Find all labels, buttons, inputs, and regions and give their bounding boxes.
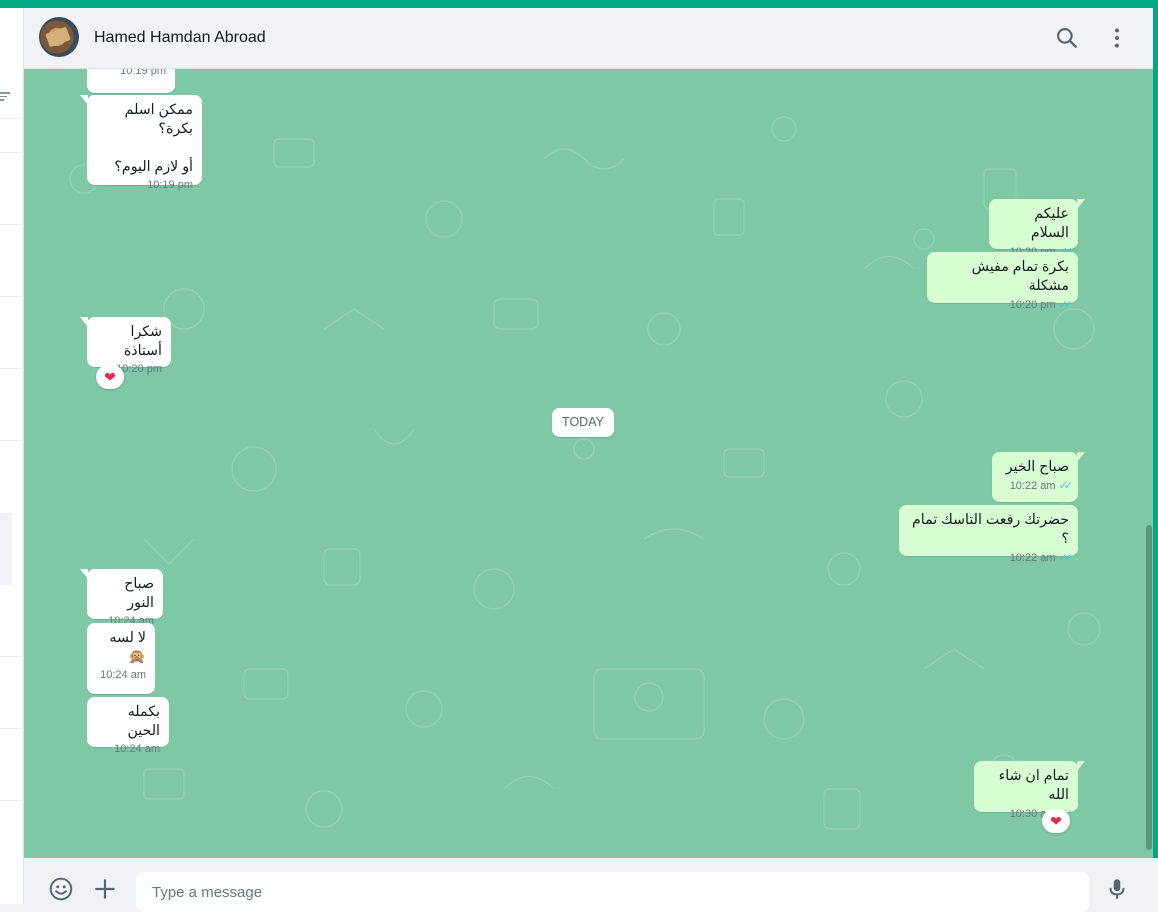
message-time: 10:22 am ✓✓ — [1009, 552, 1074, 564]
message-time: 10:24 am — [114, 743, 160, 755]
message-time: 10:20 pm✓✓ — [1009, 299, 1074, 311]
message-outgoing[interactable]: عليكم السلام 10:20 pm✓✓ — [989, 199, 1085, 258]
message-time: 10:19 pm — [120, 69, 166, 77]
message-input[interactable] — [136, 872, 1089, 912]
contact-name[interactable]: Hamed Hamdan Abroad — [94, 29, 266, 47]
app-top-strip — [0, 0, 1158, 8]
message-incoming[interactable]: صباح النور 10:24 am — [80, 569, 163, 627]
contact-avatar[interactable] — [39, 17, 79, 57]
composer-bar — [24, 858, 1158, 912]
read-receipt-icon: ✓✓ — [1058, 480, 1074, 492]
emoji-icon[interactable] — [48, 876, 74, 902]
divider — [0, 152, 24, 153]
message-outgoing[interactable]: تمام ان شاء الله 10:30 am✓✓ — [974, 761, 1085, 820]
reaction-heart-icon[interactable]: ❤ — [1042, 809, 1070, 833]
message-outgoing[interactable]: بكرة تمام مفيش مشكلة 10:20 pm ✓✓ — [927, 252, 1078, 311]
message-incoming[interactable]: لا لسه 🙊 10:24 am — [87, 623, 155, 694]
microphone-icon[interactable] — [1104, 876, 1130, 902]
message-text: ممكن اسلم بكرة؟ أو لازم اليوم؟ — [114, 102, 193, 175]
selected-chat-highlight[interactable] — [0, 513, 12, 585]
reaction-heart-icon[interactable]: ❤ — [96, 365, 124, 389]
message-outgoing[interactable]: صباح الخير 10:22 am ✓✓ — [992, 452, 1085, 502]
divider — [0, 728, 24, 729]
message-incoming[interactable]: بكمله الحين 10:24 am — [87, 697, 169, 755]
message-incoming[interactable]: ممكن اسلم بكرة؟ أو لازم اليوم؟ 10:19 pm — [80, 95, 202, 191]
message-text: عليكم السلام — [1030, 206, 1069, 241]
search-icon[interactable] — [1054, 25, 1080, 51]
day-separator: TODAY — [552, 408, 614, 437]
divider — [0, 224, 24, 225]
message-text: صباح النور — [124, 576, 154, 611]
message-text: بكرة تمام مفيش مشكلة — [971, 259, 1069, 294]
divider — [0, 296, 24, 297]
chat-header: Hamed Hamdan Abroad — [24, 8, 1158, 69]
message-time: 10:19 pm — [147, 179, 193, 191]
message-incoming[interactable]: 10:19 pm — [87, 69, 175, 93]
message-time: 10:24 am — [100, 669, 146, 681]
divider — [0, 656, 24, 657]
read-receipt-icon: ✓✓ — [1058, 299, 1074, 311]
read-receipt-icon: ✓✓ — [1058, 552, 1074, 564]
message-text: تمام ان شاء الله — [998, 768, 1069, 803]
plus-icon[interactable] — [92, 876, 118, 902]
divider — [0, 800, 24, 801]
message-incoming[interactable]: شكرا أستاذة 10:20 pm — [80, 317, 171, 375]
divider — [0, 118, 24, 119]
message-text: صباح الخير — [1005, 459, 1069, 475]
message-text: شكرا أستاذة — [123, 324, 162, 359]
chat-scrollbar-thumb[interactable] — [1146, 525, 1152, 850]
chat-list-panel-edge — [0, 8, 24, 904]
message-text: لا لسه 🙊 — [109, 630, 146, 665]
kebab-menu-icon[interactable] — [1104, 25, 1130, 51]
message-outgoing[interactable]: حضرتك رفعت التاسك تمام ؟ 10:22 am ✓✓ — [899, 505, 1078, 564]
chat-wallpaper-doodles — [69, 116, 1101, 830]
message-time: 10:22 am ✓✓ — [1009, 480, 1074, 492]
chat-panel[interactable]: 10:19 pm ممكن اسلم بكرة؟ أو لازم اليوم؟ … — [24, 69, 1153, 858]
message-text: بكمله الحين — [127, 704, 160, 739]
window-edge — [1153, 8, 1158, 858]
divider — [0, 440, 24, 441]
divider — [0, 368, 24, 369]
message-text: حضرتك رفعت التاسك تمام ؟ — [911, 512, 1069, 547]
filter-icon[interactable] — [0, 92, 10, 102]
